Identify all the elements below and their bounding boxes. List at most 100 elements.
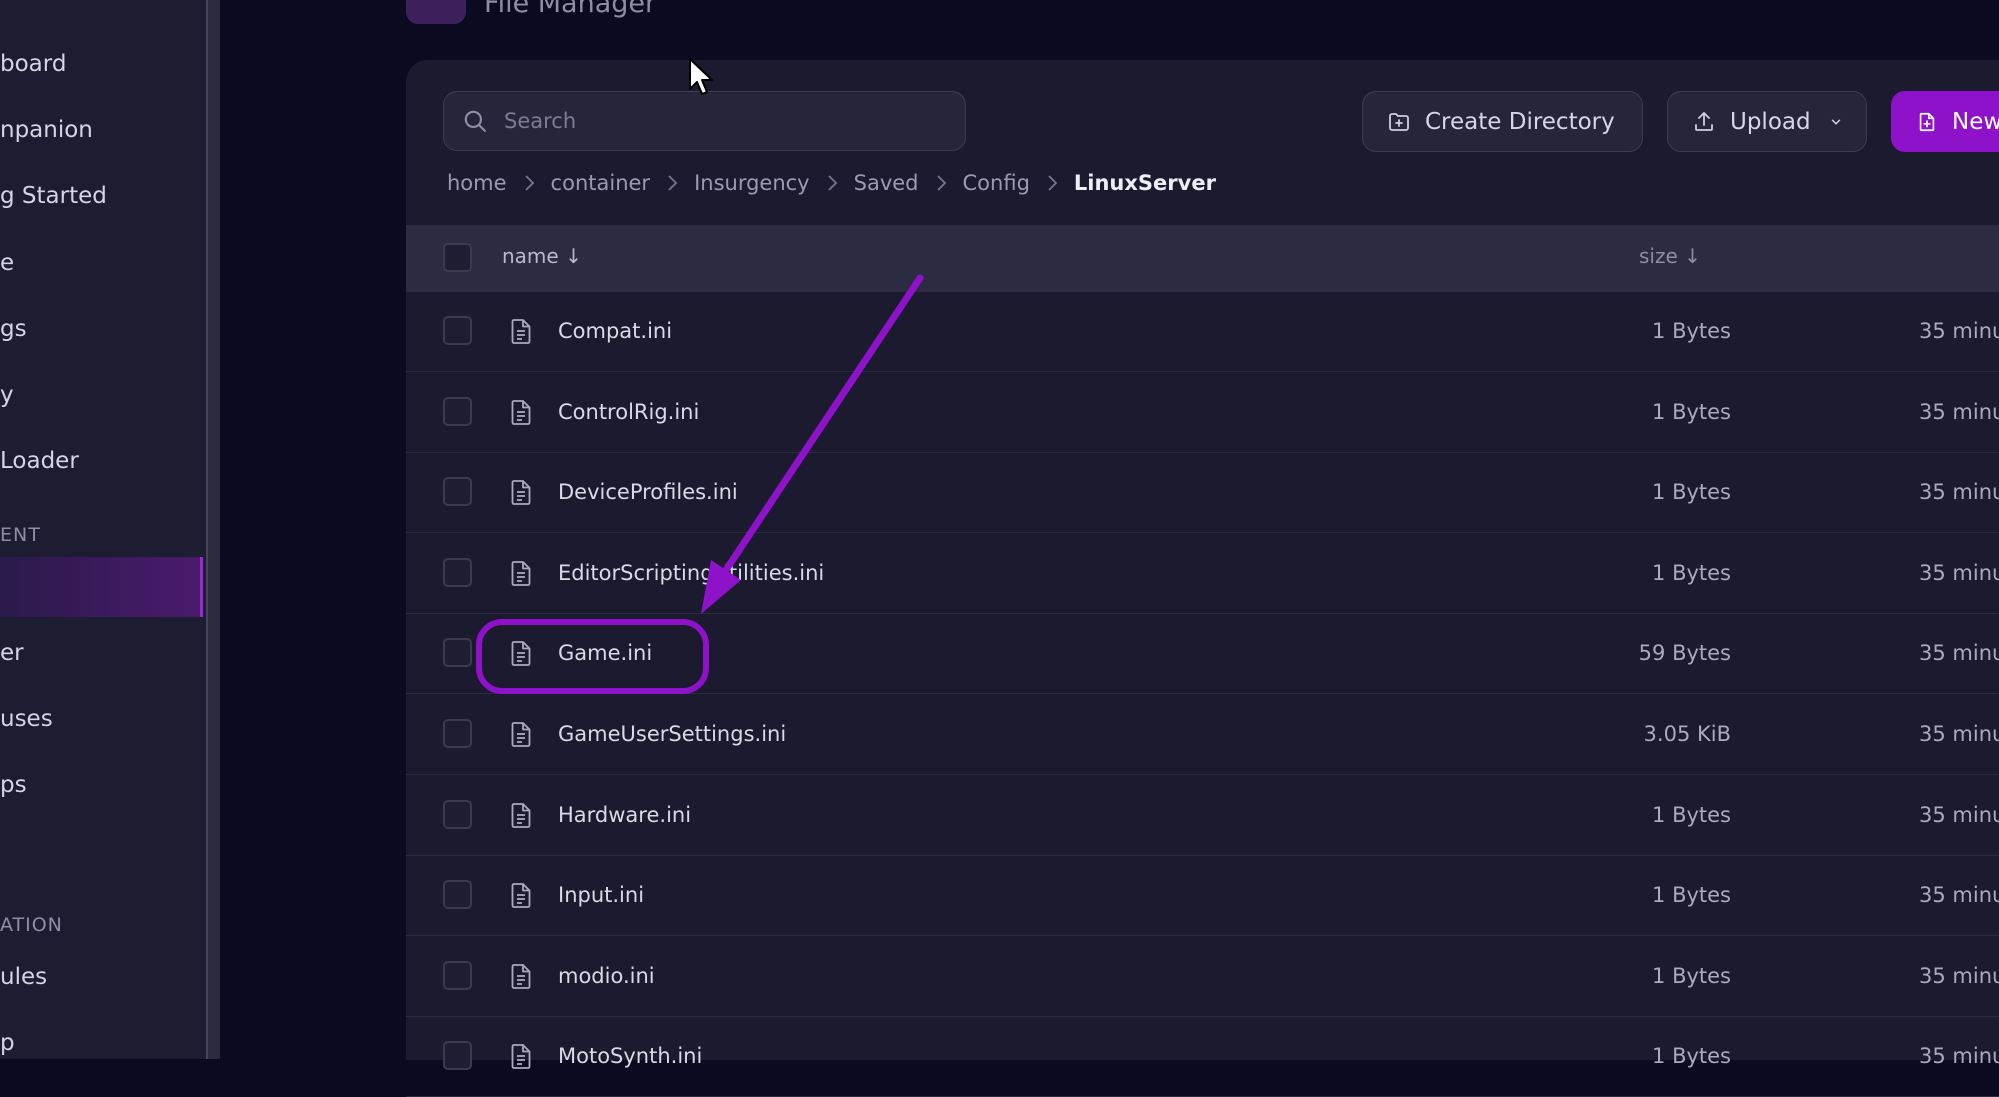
create-directory-label: Create Directory bbox=[1425, 108, 1615, 135]
row-checkbox[interactable] bbox=[443, 719, 472, 748]
file-name[interactable]: Hardware.ini bbox=[558, 775, 691, 855]
folder-plus-icon bbox=[1389, 112, 1409, 131]
file-size: 1 Bytes bbox=[1652, 1044, 1731, 1069]
file-modified: 35 minu bbox=[1919, 560, 1999, 585]
table-row[interactable]: ControlRig.ini 1 Bytes 35 minu bbox=[406, 372, 1999, 453]
create-directory-button[interactable]: Create Directory bbox=[1362, 91, 1643, 152]
breadcrumb-saved[interactable]: Saved bbox=[854, 171, 919, 195]
sidebar-item-loader[interactable]: Loader bbox=[0, 441, 79, 481]
new-file-button[interactable]: New bbox=[1891, 91, 1999, 152]
sidebar-item-player[interactable]: er bbox=[0, 633, 24, 673]
table-header bbox=[406, 225, 1999, 292]
sidebar-item-settings[interactable]: gs bbox=[0, 309, 27, 349]
file-size: 1 Bytes bbox=[1652, 802, 1731, 827]
column-header-size[interactable]: size ↓ bbox=[1639, 244, 1701, 268]
chevron-right-icon bbox=[666, 174, 678, 192]
file-name[interactable]: GameUserSettings.ini bbox=[558, 694, 786, 774]
file-icon bbox=[510, 721, 532, 752]
sidebar-item-modules[interactable]: ules bbox=[0, 957, 47, 997]
sidebar-item-6[interactable]: y bbox=[0, 375, 14, 415]
file-icon bbox=[510, 318, 532, 349]
file-icon bbox=[510, 802, 532, 833]
file-modified: 35 minu bbox=[1919, 802, 1999, 827]
file-icon bbox=[510, 963, 532, 994]
file-size: 1 Bytes bbox=[1652, 399, 1731, 424]
row-checkbox[interactable] bbox=[443, 477, 472, 507]
sidebar-item-ps[interactable]: ps bbox=[0, 765, 27, 805]
file-size: 1 Bytes bbox=[1652, 319, 1731, 343]
breadcrumb-config[interactable]: Config bbox=[963, 171, 1030, 195]
file-modified: 35 minu bbox=[1919, 722, 1999, 746]
file-icon bbox=[510, 560, 532, 591]
file-plus-icon bbox=[1919, 112, 1935, 131]
file-name[interactable]: DeviceProfiles.ini bbox=[558, 452, 738, 532]
file-name[interactable]: EditorScriptingUtilities.ini bbox=[558, 533, 824, 613]
row-checkbox[interactable] bbox=[443, 396, 472, 426]
annotation-highlight bbox=[476, 619, 709, 694]
file-modified: 35 minu bbox=[1919, 1044, 1999, 1069]
row-checkbox[interactable] bbox=[443, 960, 472, 990]
table-row[interactable]: DeviceProfiles.ini 1 Bytes 35 minu bbox=[406, 452, 1999, 534]
row-checkbox[interactable] bbox=[443, 1041, 472, 1071]
file-modified: 35 minu bbox=[1919, 883, 1999, 908]
row-checkbox[interactable] bbox=[443, 557, 472, 587]
breadcrumb-container[interactable]: container bbox=[551, 171, 651, 195]
sidebar: board npanion g Started e gs y Loader EN… bbox=[0, 0, 206, 1059]
column-header-name[interactable]: name ↓ bbox=[502, 244, 582, 268]
chevron-right-icon bbox=[523, 174, 535, 192]
breadcrumb: home container Insurgency Saved Config L… bbox=[447, 168, 1216, 198]
sidebar-section-configuration: ATION bbox=[0, 914, 63, 936]
sidebar-item-p[interactable]: p bbox=[0, 1023, 15, 1063]
sidebar-item-dashboard[interactable]: board bbox=[0, 44, 66, 84]
file-modified: 35 minu bbox=[1919, 399, 1999, 424]
sidebar-item-companion[interactable]: npanion bbox=[0, 110, 93, 150]
file-name[interactable]: MotoSynth.ini bbox=[558, 1016, 702, 1096]
table-row[interactable]: Hardware.ini 1 Bytes 35 minu bbox=[406, 775, 1999, 856]
sidebar-item-uses[interactable]: uses bbox=[0, 699, 53, 739]
sidebar-section-management: ENT bbox=[0, 524, 41, 546]
table-row[interactable]: Input.ini 1 Bytes 35 minu bbox=[406, 855, 1999, 937]
chevron-right-icon bbox=[1046, 174, 1058, 192]
file-size: 1 Bytes bbox=[1652, 560, 1731, 585]
chevron-right-icon bbox=[826, 174, 838, 192]
file-manager-icon bbox=[406, 0, 466, 24]
table-row[interactable]: Compat.ini 1 Bytes 35 minu bbox=[406, 291, 1999, 372]
table-row[interactable]: GameUserSettings.ini 3.05 KiB 35 minu bbox=[406, 694, 1999, 775]
cursor-icon bbox=[689, 58, 713, 95]
upload-label: Upload bbox=[1730, 108, 1811, 135]
row-checkbox[interactable] bbox=[443, 880, 472, 910]
chevron-down-icon[interactable] bbox=[1829, 115, 1843, 129]
table-row[interactable]: EditorScriptingUtilities.ini 1 Bytes 35 mi… bbox=[406, 533, 1999, 614]
search-input[interactable] bbox=[502, 108, 926, 134]
new-file-label: New bbox=[1952, 108, 1999, 135]
select-all-checkbox[interactable] bbox=[443, 243, 472, 272]
file-name[interactable]: ControlRig.ini bbox=[558, 372, 699, 452]
page-title: File Manager bbox=[484, 0, 657, 19]
table-row[interactable]: modio.ini 1 Bytes 35 minu bbox=[406, 936, 1999, 1017]
sidebar-item-4[interactable]: e bbox=[0, 243, 14, 283]
file-size: 3.05 KiB bbox=[1643, 722, 1731, 746]
breadcrumb-insurgency[interactable]: Insurgency bbox=[694, 171, 810, 195]
chevron-right-icon bbox=[935, 174, 947, 192]
row-checkbox[interactable] bbox=[443, 638, 472, 668]
sidebar-item-file-manager-active[interactable] bbox=[0, 557, 203, 617]
search-box[interactable] bbox=[443, 91, 966, 151]
row-checkbox[interactable] bbox=[443, 799, 472, 829]
upload-button[interactable]: Upload bbox=[1667, 91, 1867, 152]
row-checkbox[interactable] bbox=[443, 316, 472, 345]
sidebar-item-getting-started[interactable]: g Started bbox=[0, 176, 107, 216]
file-icon bbox=[510, 399, 532, 430]
breadcrumb-home[interactable]: home bbox=[447, 171, 507, 195]
file-name[interactable]: Compat.ini bbox=[558, 291, 672, 371]
file-icon bbox=[510, 479, 532, 510]
file-name[interactable]: Input.ini bbox=[558, 855, 644, 935]
file-size: 1 Bytes bbox=[1652, 963, 1731, 988]
file-modified: 35 minu bbox=[1919, 641, 1999, 666]
sidebar-scrollbar[interactable] bbox=[206, 0, 220, 1059]
file-icon bbox=[510, 882, 532, 913]
upload-icon bbox=[1695, 111, 1713, 131]
file-modified: 35 minu bbox=[1919, 963, 1999, 988]
table-row[interactable]: MotoSynth.ini 1 Bytes 35 minu bbox=[406, 1016, 1999, 1097]
file-size: 1 Bytes bbox=[1652, 480, 1731, 505]
file-name[interactable]: modio.ini bbox=[558, 936, 655, 1016]
